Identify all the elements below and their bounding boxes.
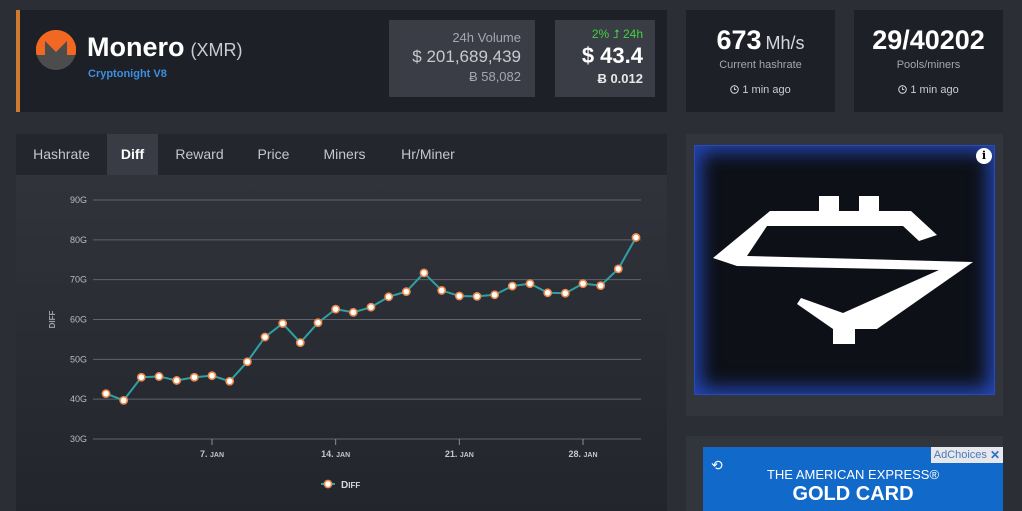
hashrate-time: 1 min ago xyxy=(742,84,791,96)
legend-label: DIFF xyxy=(341,480,360,491)
pools-stat: 29/40202 Pools/miners 1 min ago xyxy=(854,10,1003,112)
data-point xyxy=(154,372,164,381)
data-point xyxy=(295,338,305,348)
ad-panel: i xyxy=(686,134,1003,416)
data-point xyxy=(101,389,111,398)
y-tick-label: 40G xyxy=(70,394,87,404)
hashrate-value-row: 673 Mh/s xyxy=(686,25,835,56)
y-tick-label: 60G xyxy=(70,315,87,325)
tab-reward[interactable]: Reward xyxy=(158,134,241,175)
data-point xyxy=(525,279,535,289)
clock-icon xyxy=(730,85,740,94)
y-tick-label: 90G xyxy=(70,195,87,205)
hashrate-updated: 1 min ago xyxy=(686,84,835,96)
data-point xyxy=(119,395,129,405)
pools-value: 29/40202 xyxy=(872,25,985,55)
ad2-main-text: GOLD CARD xyxy=(792,483,914,505)
coin-algorithm-link[interactable]: Cryptonight V8 xyxy=(88,68,167,80)
hashrate-unit: Mh/s xyxy=(765,33,805,53)
x-tick-label: 14. JAN xyxy=(321,449,350,459)
difficulty-chart: 30G 40G 50G 60G 70G 80G 90G 7. JAN 14. JAN 21. JA… xyxy=(48,195,641,491)
data-point xyxy=(613,264,623,274)
x-tick-label: 21. JAN xyxy=(445,449,474,459)
x-tick-label: 7. JAN xyxy=(200,449,224,459)
ad-banner[interactable]: i xyxy=(694,145,995,395)
data-point xyxy=(348,307,358,317)
data-point xyxy=(454,291,464,301)
data-point xyxy=(225,376,235,386)
data-point xyxy=(437,286,447,295)
price-usd: $ 43.4 xyxy=(581,43,643,68)
amex-ad-banner[interactable]: ⟲ THE AMERICAN EXPRESS® GOLD CARD AdChoi… xyxy=(703,447,1003,511)
data-point xyxy=(189,372,199,382)
price-box: 2% ⮥ 24h $ 43.4 Ƀ 0.012 xyxy=(555,20,655,97)
data-point xyxy=(207,371,217,381)
data-point xyxy=(401,287,411,297)
data-point xyxy=(419,268,429,278)
tab-hr-miner[interactable]: Hr/Miner xyxy=(383,134,473,175)
data-point xyxy=(136,372,146,382)
tab-miners[interactable]: Miners xyxy=(306,134,383,175)
data-point xyxy=(490,290,500,300)
coin-title: Monero (XMR) xyxy=(87,32,243,63)
close-icon[interactable]: ✕ xyxy=(990,448,1000,462)
volume-box: 24h Volume $ 201,689,439 Ƀ 58,082 xyxy=(389,20,535,97)
data-point xyxy=(543,288,553,298)
diff-series-line xyxy=(105,236,637,402)
ad-info-icon[interactable]: i xyxy=(976,148,992,164)
pools-label: Pools/miners xyxy=(896,59,961,71)
data-point xyxy=(507,281,517,291)
data-point xyxy=(278,319,288,328)
ad2-panel: ⟲ THE AMERICAN EXPRESS® GOLD CARD AdChoi… xyxy=(686,436,1003,511)
data-point xyxy=(366,302,376,312)
tab-price[interactable]: Price xyxy=(241,134,306,175)
price-btc: Ƀ 0.012 xyxy=(597,71,643,86)
data-point xyxy=(172,376,182,385)
chart-panel: Hashrate Diff Reward Price Miners Hr/Min… xyxy=(16,134,667,511)
hashrate-value: 673 xyxy=(716,25,762,55)
tab-diff[interactable]: Diff xyxy=(107,134,158,175)
data-point xyxy=(331,304,341,314)
hashrate-label: Current hashrate xyxy=(719,59,802,71)
x-tick-label: 28. JAN xyxy=(568,449,597,459)
clock-icon xyxy=(898,85,908,94)
coin-name: Monero xyxy=(87,32,185,62)
pools-time: 1 min ago xyxy=(910,84,959,96)
y-tick-label: 50G xyxy=(70,354,87,364)
ad-logo-icon xyxy=(713,196,973,344)
y-tick-label: 80G xyxy=(70,235,87,245)
chart-tabs: Hashrate Diff Reward Price Miners Hr/Min… xyxy=(16,134,667,175)
tab-hashrate[interactable]: Hashrate xyxy=(16,134,107,175)
price-change: 2% ⮥ 24h xyxy=(591,27,643,41)
data-point xyxy=(596,281,606,291)
pools-updated: 1 min ago xyxy=(854,84,1003,96)
monero-logo-icon xyxy=(36,30,76,70)
y-tick-label: 30G xyxy=(70,434,87,444)
data-point xyxy=(260,332,270,342)
hashrate-stat: 673 Mh/s Current hashrate 1 min ago xyxy=(686,10,835,112)
data-point xyxy=(578,279,588,289)
volume-btc: Ƀ 58,082 xyxy=(468,69,521,84)
volume-label: 24h Volume xyxy=(452,30,521,45)
data-point xyxy=(472,291,482,301)
ad2-top-text: THE AMERICAN EXPRESS® xyxy=(766,467,940,482)
volume-usd: $ 201,689,439 xyxy=(412,47,521,66)
y-tick-label: 70G xyxy=(70,275,87,285)
legend-marker xyxy=(323,479,333,489)
data-point xyxy=(313,318,323,328)
y-axis-title: DIFF xyxy=(48,311,57,329)
coin-ticker: (XMR) xyxy=(190,40,243,60)
data-point xyxy=(242,357,252,367)
coin-header: Monero (XMR) Cryptonight V8 24h Volume $ … xyxy=(16,10,667,112)
adchoices-badge[interactable]: AdChoices ✕ xyxy=(930,447,1003,463)
data-point xyxy=(384,292,394,302)
data-point xyxy=(560,288,570,298)
data-point xyxy=(631,233,641,242)
adchoices-label: AdChoices xyxy=(933,449,987,461)
